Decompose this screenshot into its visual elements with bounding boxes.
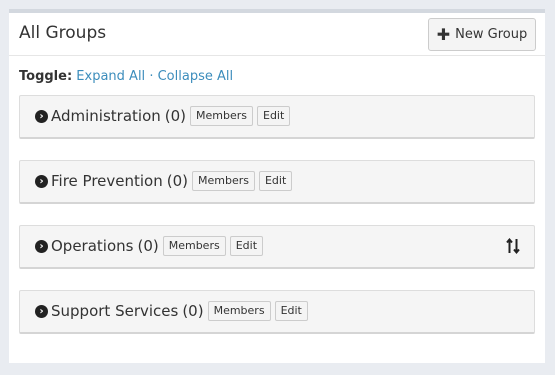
group-header[interactable]: › Operations (0) Members Edit [35,235,264,257]
group-header[interactable]: › Administration (0) Members Edit [35,105,291,127]
chevron-right-circle-icon[interactable]: › [35,174,48,188]
group-count: (0) [164,107,187,125]
group-count: (0) [182,302,204,320]
new-group-label: New Group [455,27,528,42]
toggle-bar: Toggle: Expand All · Collapse All [19,68,233,86]
group-support-services[interactable]: › Support Services (0) Members Edit [19,290,535,334]
edit-button[interactable]: Edit [229,236,264,256]
edit-button[interactable]: Edit [257,106,291,126]
edit-button[interactable]: Edit [258,171,293,191]
expand-all-link[interactable]: Expand All [76,69,145,84]
toggle-separator: · [149,69,154,84]
new-group-button[interactable]: ✚ New Group [428,18,536,51]
chevron-right-circle-icon[interactable]: › [35,109,48,123]
collapse-all-link[interactable]: Collapse All [158,69,234,84]
chevron-right-circle-icon[interactable]: › [35,304,48,318]
group-name: Operations [51,237,134,255]
panel-header: All Groups ✚ New Group [9,13,545,56]
plus-icon: ✚ [436,24,451,44]
group-name: Fire Prevention [51,172,163,190]
all-groups-panel: All Groups ✚ New Group Toggle: Expand Al… [9,9,545,363]
group-name: Support Services [51,302,179,320]
members-button[interactable]: Members [207,301,271,321]
group-fire-prevention[interactable]: › Fire Prevention (0) Members Edit [19,160,535,204]
group-count: (0) [166,172,188,190]
group-header[interactable]: › Fire Prevention (0) Members Edit [35,170,293,192]
group-operations[interactable]: › Operations (0) Members Edit [19,225,535,269]
chevron-right-circle-icon[interactable]: › [35,239,48,253]
members-button[interactable]: Members [162,236,226,256]
toggle-label: Toggle: [19,69,73,84]
edit-button[interactable]: Edit [274,301,308,321]
group-header[interactable]: › Support Services (0) Members Edit [35,300,308,322]
members-button[interactable]: Members [191,171,255,191]
group-administration[interactable]: › Administration (0) Members Edit [19,95,535,139]
group-name: Administration [51,107,161,125]
page-title: All Groups [19,23,107,43]
sort-handle-icon[interactable] [506,237,520,255]
group-count: (0) [137,237,159,255]
members-button[interactable]: Members [190,106,253,126]
